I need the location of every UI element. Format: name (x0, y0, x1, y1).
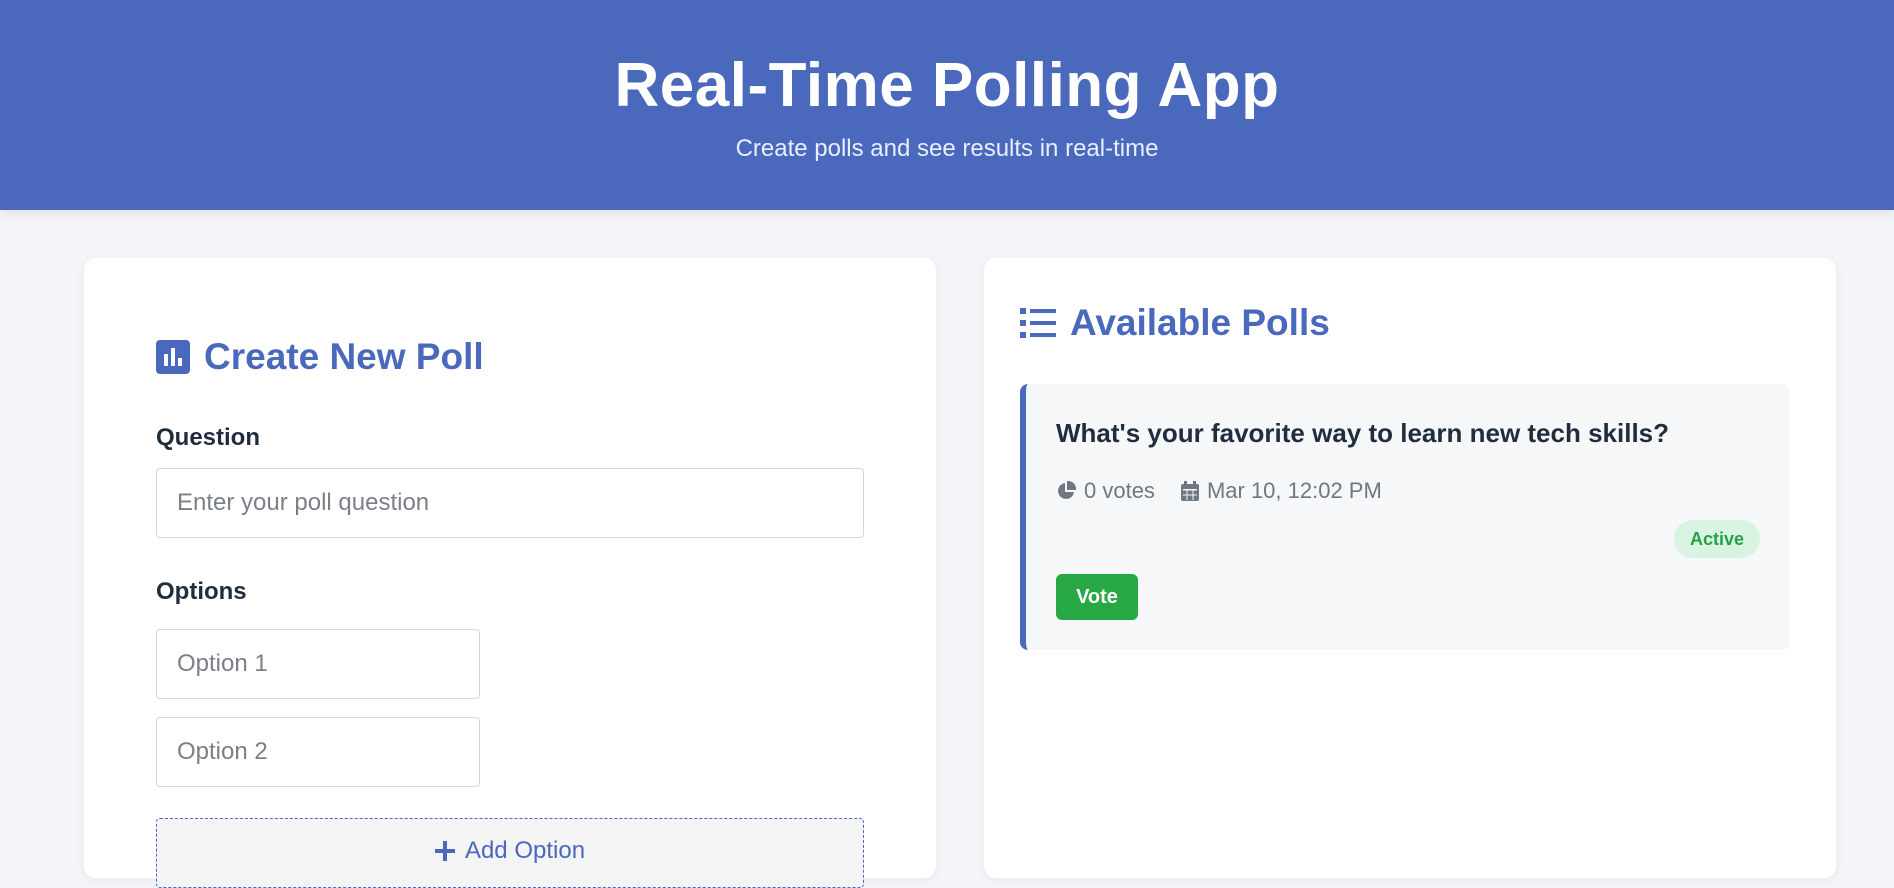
option-2-input[interactable]: Option 2 (156, 717, 480, 787)
pie-chart-icon (1058, 481, 1076, 499)
plus-icon (434, 841, 455, 861)
poll-date-text: Mar 10, 12:02 PM (1206, 478, 1382, 503)
app-subtitle: Create polls and see results in real-tim… (735, 135, 1159, 162)
create-poll-title: Create New Poll (204, 336, 484, 377)
status-badge: Active (1674, 520, 1760, 558)
create-poll-heading: Create New Poll (156, 336, 484, 378)
add-option-label: Add Option (464, 837, 586, 864)
options-label: Options (156, 578, 247, 605)
question-placeholder: Enter your poll question (177, 489, 430, 516)
app-header: Real-Time Polling App Create polls and s… (0, 0, 1894, 210)
poll-question: What's your favorite way to learn new te… (1056, 418, 1670, 448)
available-polls-card: Available Polls What's your favorite way… (984, 258, 1836, 878)
option-1-input[interactable]: Option 1 (156, 629, 480, 699)
available-polls-title: Available Polls (1070, 302, 1330, 343)
poll-item[interactable]: What's your favorite way to learn new te… (1020, 384, 1790, 650)
poll-meta: 0 votes Mar 10, 12:02 PM (1056, 478, 1408, 504)
add-option-button[interactable]: Add Option (156, 818, 864, 888)
vote-button[interactable]: Vote (1056, 574, 1138, 620)
poll-chart-icon (156, 340, 190, 374)
calendar-icon (1180, 481, 1199, 501)
question-input[interactable]: Enter your poll question (156, 468, 864, 538)
app-title: Real-Time Polling App (614, 51, 1280, 120)
main-content: Create New Poll Question Enter your poll… (0, 210, 1894, 888)
poll-date: Mar 10, 12:02 PM (1180, 478, 1382, 504)
option-1-placeholder: Option 1 (177, 650, 268, 677)
poll-votes-count: 0 votes (1084, 478, 1155, 503)
poll-votes: 0 votes (1056, 478, 1155, 504)
question-label: Question (156, 424, 261, 451)
create-poll-card: Create New Poll Question Enter your poll… (84, 258, 936, 888)
available-polls-heading: Available Polls (1020, 302, 1330, 344)
list-icon (1020, 308, 1056, 338)
option-2-placeholder: Option 2 (177, 738, 268, 765)
